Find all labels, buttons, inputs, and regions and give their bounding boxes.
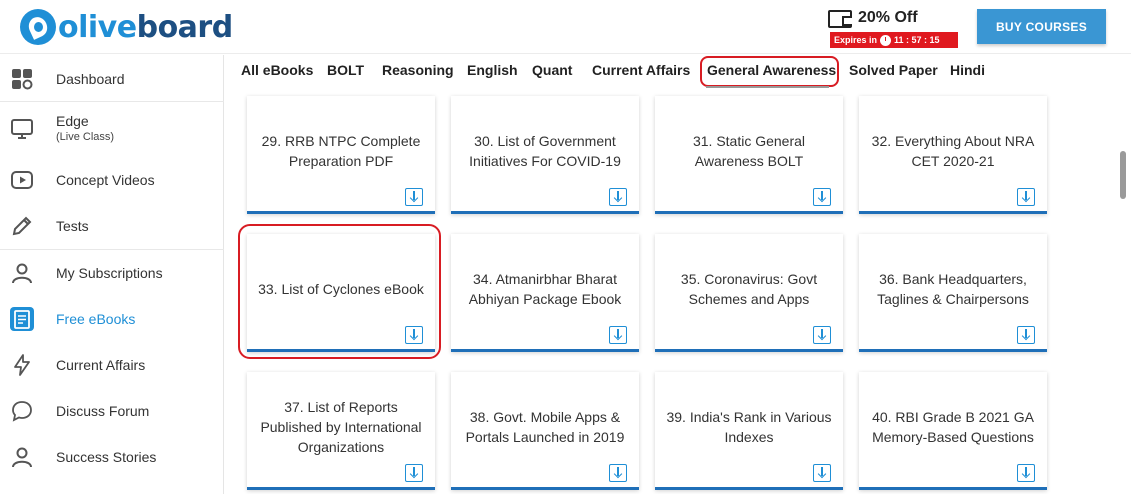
pencil-icon	[12, 216, 32, 236]
edge-sublabel: (Live Class)	[56, 131, 115, 143]
ebook-card[interactable]: 37. List of Reports Published by Interna…	[247, 372, 435, 490]
ebook-title: 37. List of Reports Published by Interna…	[260, 399, 422, 455]
ebook-card[interactable]: 34. Atmanirbhar Bharat Abhiyan Package E…	[451, 234, 639, 352]
buy-courses-button[interactable]: BUY COURSES	[977, 9, 1106, 44]
download-icon[interactable]	[609, 326, 627, 344]
download-icon[interactable]	[813, 188, 831, 206]
download-icon[interactable]	[609, 188, 627, 206]
tab-hindi[interactable]: Hindi	[950, 62, 985, 78]
ebook-title: 34. Atmanirbhar Bharat Abhiyan Package E…	[468, 271, 622, 307]
tab-all-ebooks[interactable]: All eBooks	[241, 62, 313, 78]
logo-text: oliveboard	[58, 10, 233, 45]
user-icon	[12, 447, 32, 468]
download-icon[interactable]	[405, 464, 423, 482]
download-icon[interactable]	[813, 326, 831, 344]
logo-suffix: board	[136, 9, 234, 45]
ebook-card[interactable]: 40. RBI Grade B 2021 GA Memory-Based Que…	[859, 372, 1047, 490]
sidebar-item-label: Concept Videos	[56, 172, 155, 188]
ebook-title: 39. India's Rank in Various Indexes	[666, 409, 832, 445]
dashboard-icon	[12, 69, 33, 90]
tab-reasoning[interactable]: Reasoning	[382, 62, 454, 78]
tab-english[interactable]: English	[467, 62, 518, 78]
sidebar-item-tests[interactable]: Tests	[0, 211, 224, 241]
logo-mark-icon	[20, 9, 56, 45]
sidebar-item-label: Tests	[56, 218, 89, 234]
sidebar-item-label: Discuss Forum	[56, 403, 150, 419]
clock-icon	[880, 34, 892, 46]
expires-badge: Expires in 11 : 57 : 15	[830, 32, 958, 48]
download-icon[interactable]	[1017, 326, 1035, 344]
sidebar: Dashboard Edge (Live Class) Concept Vide…	[0, 55, 224, 494]
ebook-title: 30. List of Government Initiatives For C…	[469, 133, 621, 169]
download-icon[interactable]	[1017, 188, 1035, 206]
tab-current-affairs[interactable]: Current Affairs	[592, 62, 690, 78]
ebook-card[interactable]: 30. List of Government Initiatives For C…	[451, 96, 639, 214]
tab-solved-paper[interactable]: Solved Paper	[849, 62, 938, 78]
download-icon[interactable]	[813, 464, 831, 482]
sidebar-item-label: My Subscriptions	[56, 265, 163, 281]
ebook-title: 29. RRB NTPC Complete Preparation PDF	[261, 133, 421, 169]
chat-icon	[12, 401, 32, 422]
active-tab-highlight	[700, 56, 839, 87]
expires-timer: 11 : 57 : 15	[894, 35, 940, 45]
ebook-title: 32. Everything About NRA CET 2020-21	[871, 133, 1035, 169]
download-icon[interactable]	[405, 188, 423, 206]
download-icon[interactable]	[609, 464, 627, 482]
sidebar-item-discuss-forum[interactable]: Discuss Forum	[0, 396, 224, 426]
ebook-title: 36. Bank Headquarters, Taglines & Chairp…	[877, 271, 1029, 307]
ebook-title: 38. Govt. Mobile Apps & Portals Launched…	[465, 409, 625, 445]
tab-quant[interactable]: Quant	[532, 62, 572, 78]
sidebar-item-free-ebooks[interactable]: Free eBooks	[0, 304, 224, 334]
offer-text: 20% Off	[858, 9, 918, 26]
oliveboard-logo[interactable]: oliveboard	[20, 8, 233, 46]
user-icon	[12, 263, 32, 284]
lightning-icon	[14, 354, 30, 376]
monitor-icon	[11, 119, 33, 139]
ebook-title: 35. Coronavirus: Govt Schemes and Apps	[680, 271, 818, 307]
ebook-title: 40. RBI Grade B 2021 GA Memory-Based Que…	[872, 409, 1034, 445]
ebook-card[interactable]: 29. RRB NTPC Complete Preparation PDF	[247, 96, 435, 214]
sidebar-item-label: Success Stories	[56, 449, 157, 465]
ebook-card[interactable]: 31. Static General Awareness BOLT	[655, 96, 843, 214]
expires-label: Expires in	[834, 35, 878, 45]
video-icon	[11, 171, 33, 189]
ebook-card[interactable]: 38. Govt. Mobile Apps & Portals Launched…	[451, 372, 639, 490]
sidebar-item-concept-videos[interactable]: Concept Videos	[0, 165, 224, 195]
tab-bolt[interactable]: BOLT	[327, 62, 364, 78]
selected-card-highlight	[238, 224, 441, 359]
sidebar-item-edge[interactable]: Edge (Live Class)	[0, 111, 224, 147]
ebook-card[interactable]: 32. Everything About NRA CET 2020-21	[859, 96, 1047, 214]
sidebar-item-label: Dashboard	[56, 71, 125, 87]
sidebar-item-label: Free eBooks	[56, 311, 136, 327]
ebook-card[interactable]: 35. Coronavirus: Govt Schemes and Apps	[655, 234, 843, 352]
scrollbar[interactable]	[1113, 55, 1131, 494]
active-tab-underline	[706, 86, 829, 88]
edge-label: Edge	[56, 113, 89, 129]
top-header: oliveboard 20% Off Expires in 11 : 57 : …	[0, 0, 1131, 54]
divider	[0, 101, 224, 102]
sidebar-item-current-affairs[interactable]: Current Affairs	[0, 350, 224, 380]
download-icon[interactable]	[1017, 464, 1035, 482]
offer-banner[interactable]: 20% Off Expires in 11 : 57 : 15	[828, 8, 958, 50]
sidebar-item-dashboard[interactable]: Dashboard	[0, 64, 224, 94]
sidebar-item-label: Current Affairs	[56, 357, 146, 373]
ebook-icon	[10, 307, 34, 331]
sidebar-item-my-subscriptions[interactable]: My Subscriptions	[0, 258, 224, 288]
ebook-card[interactable]: 39. India's Rank in Various Indexes	[655, 372, 843, 490]
scrollbar-thumb[interactable]	[1120, 151, 1126, 199]
logo-prefix: olive	[58, 9, 137, 45]
ebook-title: 31. Static General Awareness BOLT	[692, 133, 806, 169]
ebook-card[interactable]: 36. Bank Headquarters, Taglines & Chairp…	[859, 234, 1047, 352]
divider	[0, 249, 224, 250]
wallet-icon	[828, 10, 852, 28]
sidebar-item-success-stories[interactable]: Success Stories	[0, 442, 224, 472]
sidebar-item-label: Edge (Live Class)	[56, 113, 114, 143]
